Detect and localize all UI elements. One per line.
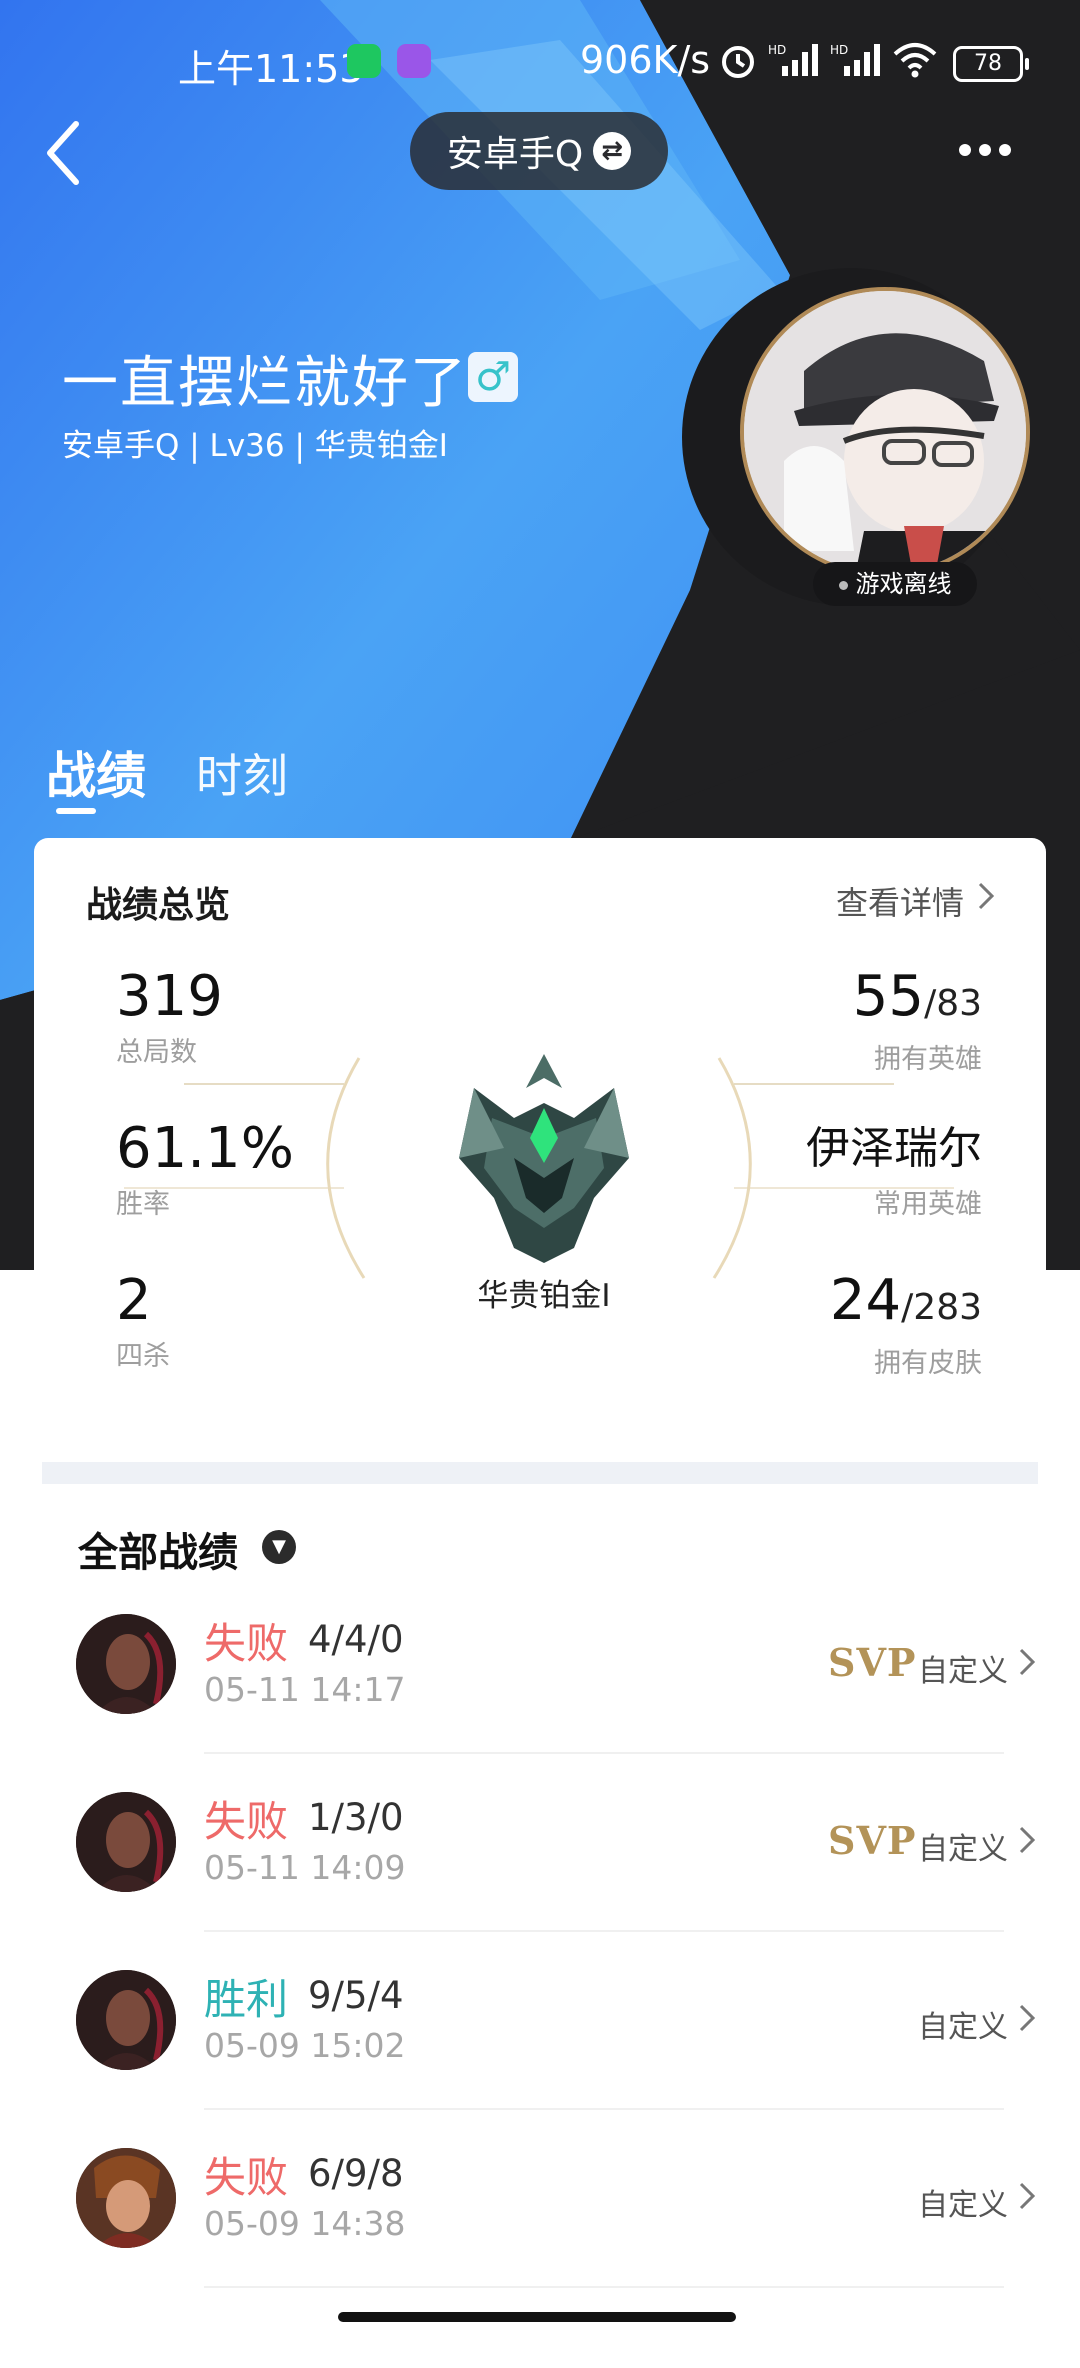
avatar-container[interactable]: 游戏离线 — [678, 262, 1078, 622]
overview-title: 战绩总览 — [86, 885, 231, 926]
view-details-link[interactable]: 查看详情 — [836, 878, 964, 924]
svp-badge: SVP — [828, 1818, 917, 1863]
row-divider — [204, 2286, 1004, 2288]
stat-label: 四杀 — [116, 1341, 170, 1372]
tab-records[interactable]: 战绩 — [46, 736, 146, 808]
battery-icon: 78 — [953, 46, 1029, 82]
match-kda: 6/9/8 — [308, 2152, 404, 2195]
section-divider — [42, 1462, 1038, 1484]
match-row[interactable]: 失败 1/3/0 05-11 14:09 SVP 自定义 — [76, 1792, 1046, 1968]
network-speed: 906K/s — [580, 38, 711, 82]
home-indicator[interactable] — [338, 2312, 736, 2322]
match-kda: 1/3/0 — [308, 1796, 404, 1839]
svp-badge: SVP — [828, 1640, 917, 1685]
match-result: 失败 — [204, 1797, 289, 1846]
stat-label: 拥有皮肤 — [874, 1348, 982, 1379]
chevron-down-icon[interactable]: ▼ — [262, 1530, 296, 1564]
chevron-right-icon — [1019, 2182, 1036, 2210]
records-card: 战绩总览 查看详情 319 总局数 61.1% 胜率 2 四杀 55/83 拥有… — [34, 838, 1046, 2368]
match-result: 胜利 — [204, 1975, 289, 2024]
all-records-title[interactable]: 全部战绩 — [78, 1520, 238, 1578]
match-result: 失败 — [204, 1619, 289, 1668]
chevron-right-icon[interactable] — [974, 878, 998, 914]
player-meta: 安卓手Q | Lv36 | 华贵铂金I — [62, 428, 448, 464]
online-status-badge: 游戏离线 — [813, 562, 977, 606]
swap-icon: ⇄ — [593, 132, 632, 170]
stat-total: /83 — [924, 983, 982, 1024]
avatar-image — [744, 291, 1026, 573]
alarm-icon — [722, 46, 754, 78]
svg-text:HD: HD — [830, 43, 848, 57]
active-tab-indicator — [56, 808, 96, 814]
hero-portrait-image — [76, 1614, 176, 1714]
match-time: 05-09 15:02 — [204, 2026, 406, 2065]
match-mode: 自定义 — [918, 1832, 1008, 1867]
match-row[interactable]: 胜利 9/5/4 05-09 15:02 自定义 — [76, 1970, 1046, 2146]
match-row[interactable]: 失败 6/9/8 05-09 14:38 自定义 — [76, 2148, 1046, 2324]
match-kda: 9/5/4 — [308, 1974, 404, 2017]
avatar[interactable] — [740, 287, 1030, 577]
chevron-right-icon — [1019, 1826, 1036, 1854]
hero-avatar — [76, 2148, 176, 2248]
wifi-icon — [893, 43, 937, 78]
tab-moments[interactable]: 时刻 — [196, 740, 288, 806]
match-mode: 自定义 — [918, 2188, 1008, 2223]
account-switcher[interactable]: 安卓手Q ⇄ — [410, 112, 668, 190]
more-dots-icon — [979, 144, 991, 156]
hero-avatar — [76, 1792, 176, 1892]
more-dots-icon — [959, 144, 971, 156]
stat-value: 55 — [852, 964, 925, 1029]
account-label: 安卓手Q — [446, 134, 584, 175]
hero-avatar — [76, 1614, 176, 1714]
hd-signal-icon: HD — [768, 43, 818, 76]
rank-emblem-icon — [459, 1054, 629, 1263]
row-divider — [204, 1930, 1004, 1932]
app-notification-icon — [397, 44, 431, 78]
match-result: 失败 — [204, 2153, 289, 2202]
match-time: 05-11 14:09 — [204, 1848, 406, 1887]
match-mode: 自定义 — [918, 2010, 1008, 2045]
status-bar: 上午11:53 906K/s HD HD 78 — [0, 0, 1080, 120]
hero-portrait-image — [76, 1792, 176, 1892]
match-kda: 4/4/0 — [308, 1618, 404, 1661]
rank-name: 华贵铂金I — [477, 1278, 611, 1314]
hero-portrait-image — [76, 2148, 176, 2248]
status-time: 上午11:53 — [178, 47, 364, 91]
hd-signal-icon: HD — [830, 43, 880, 76]
male-icon: ♂ — [468, 352, 518, 402]
more-options-button[interactable] — [955, 130, 1025, 170]
hero-portrait-image — [76, 1970, 176, 2070]
player-name: 一直摆烂就好了 — [62, 351, 468, 416]
row-divider — [204, 2108, 1004, 2110]
chevron-right-icon — [1019, 1648, 1036, 1676]
more-dots-icon — [999, 144, 1011, 156]
match-time: 05-09 14:38 — [204, 2204, 406, 2243]
back-button[interactable] — [40, 118, 90, 188]
match-time: 05-11 14:17 — [204, 1670, 406, 1709]
row-divider — [204, 1752, 1004, 1754]
wechat-icon — [347, 44, 381, 78]
svg-text:HD: HD — [768, 43, 786, 57]
chevron-right-icon — [1019, 2004, 1036, 2032]
stat-value: 319 — [116, 964, 223, 1029]
hero-avatar — [76, 1970, 176, 2070]
match-mode: 自定义 — [918, 1654, 1008, 1689]
match-row[interactable]: 失败 4/4/0 05-11 14:17 SVP 自定义 — [76, 1614, 1046, 1790]
